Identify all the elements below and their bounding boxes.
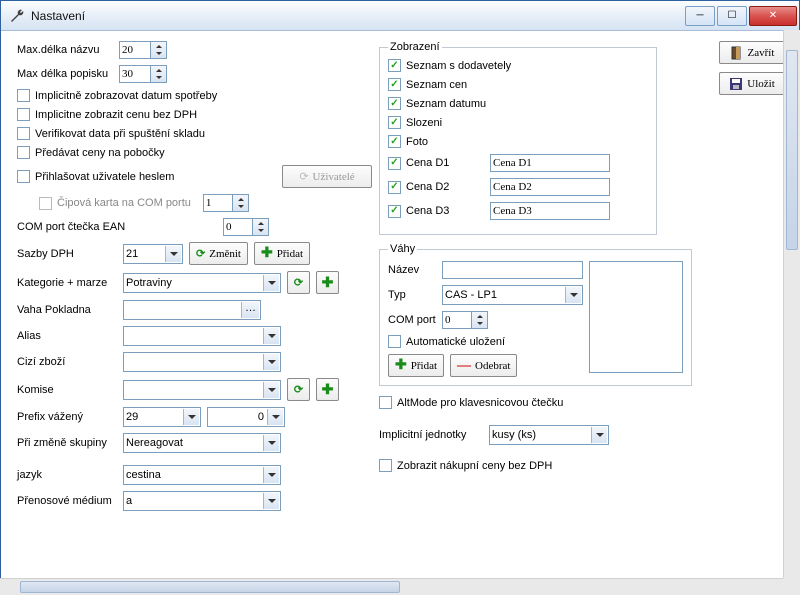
vat-combo[interactable]: 21 (123, 244, 183, 264)
view-legend: Zobrazení (388, 41, 442, 53)
scale-add-button[interactable]: ✚Přidat (388, 354, 444, 377)
on-group-change-combo[interactable]: Nereagovat (123, 433, 281, 453)
price-d2-input[interactable] (490, 178, 610, 196)
verify-data-checkbox[interactable]: Verifikovat data při spuštění skladu (17, 127, 205, 140)
minus-icon: — (457, 358, 471, 374)
settings-window: Nastavení ─ ☐ ✕ Max.délka názvu Max délk… (0, 0, 800, 595)
maximize-button[interactable]: ☐ (717, 6, 747, 26)
category-refresh-button[interactable]: ⟳ (287, 271, 310, 294)
plus-icon: ✚ (395, 357, 407, 374)
category-combo[interactable]: Potraviny (123, 273, 281, 293)
wrench-icon (9, 8, 25, 24)
scales-list[interactable] (589, 261, 683, 373)
show-buy-novat-checkbox[interactable]: Zobrazit nákupní ceny bez DPH (379, 459, 552, 472)
scale-name-input[interactable] (442, 261, 583, 279)
scale-type-combo[interactable]: CAS - LP1 (442, 285, 583, 305)
price-d2-checkbox[interactable]: Cena D2 (388, 181, 484, 194)
spin-control[interactable] (151, 65, 167, 83)
language-combo[interactable]: cestina (123, 465, 281, 485)
vat-label: Sazby DPH (17, 248, 117, 260)
price-d3-input[interactable] (490, 202, 610, 220)
transfer-prices-checkbox[interactable]: Předávat ceny na pobočky (17, 146, 165, 159)
users-button[interactable]: ⟳Uživatelé (282, 165, 372, 188)
scales-legend: Váhy (388, 243, 417, 255)
prefix-weighed-1[interactable]: 29 (123, 407, 201, 427)
category-add-button[interactable]: ✚ (316, 271, 339, 294)
scale-comport-label: COM port (388, 314, 436, 326)
scale-browse[interactable]: … (123, 300, 261, 320)
door-icon (730, 46, 744, 60)
list-suppliers-checkbox[interactable]: Seznam s dodavetely (388, 59, 511, 72)
com-ean-label: COM port čtečka EAN (17, 221, 217, 233)
list-prices-checkbox[interactable]: Seznam cen (388, 78, 467, 91)
max-desc-len-label: Max délka popisku (17, 68, 113, 80)
spin-control[interactable] (472, 311, 488, 329)
max-desc-len-input[interactable] (119, 65, 151, 83)
composition-checkbox[interactable]: Slozeni (388, 116, 442, 129)
minimize-button[interactable]: ─ (685, 6, 715, 26)
login-password-checkbox[interactable]: Přihlašovat uživatele heslem (17, 170, 174, 183)
comission-combo[interactable] (123, 380, 281, 400)
implicit-date-checkbox[interactable]: Implicitně zobrazovat datum spotřeby (17, 89, 217, 102)
horizontal-scrollbar[interactable] (0, 578, 783, 595)
scale-type-label: Typ (388, 289, 436, 301)
units-combo[interactable]: kusy (ks) (489, 425, 609, 445)
com-ean-input[interactable] (223, 218, 253, 236)
refresh-icon: ⟳ (299, 170, 308, 183)
refresh-icon: ⟳ (294, 276, 303, 289)
scale-autosave-checkbox[interactable]: Automatické uložení (388, 335, 505, 348)
alias-label: Alias (17, 330, 117, 342)
comission-label: Komise (17, 384, 117, 396)
chip-card-checkbox[interactable]: Čipová karta na COM portu (39, 197, 191, 210)
price-d3-checkbox[interactable]: Cena D3 (388, 205, 484, 218)
units-label: Implicitní jednotky (379, 429, 483, 441)
alias-combo[interactable] (123, 326, 281, 346)
altmode-checkbox[interactable]: AltMode pro klavesnicovou čtečku (379, 396, 563, 409)
window-close-button[interactable]: ✕ (749, 6, 797, 26)
price-d1-input[interactable] (490, 154, 610, 172)
scales-group: Váhy Název Typ CAS - LP1 COM port Automat… (379, 243, 692, 386)
max-name-len-label: Max.délka názvu (17, 44, 113, 56)
photo-checkbox[interactable]: Foto (388, 135, 428, 148)
titlebar[interactable]: Nastavení ─ ☐ ✕ (1, 1, 799, 31)
floppy-icon (729, 77, 743, 91)
content-area: Max.délka názvu Max délka popisku Implic… (1, 31, 799, 594)
vat-add-button[interactable]: ✚Přidat (254, 242, 310, 265)
view-group: Zobrazení Seznam s dodavetely Seznam cen… (379, 41, 657, 235)
spin-control[interactable] (253, 218, 269, 236)
prefix-weighed-2[interactable]: 0 (207, 407, 285, 427)
prefix-weighed-label: Prefix vážený (17, 411, 117, 423)
close-button[interactable]: Zavřít (719, 41, 785, 64)
save-button[interactable]: Uložit (719, 72, 785, 95)
implicit-price-novat-checkbox[interactable]: Implicitne zobrazit cenu bez DPH (17, 108, 197, 121)
language-label: jazyk (17, 469, 117, 481)
comission-add-button[interactable]: ✚ (316, 378, 339, 401)
spin-control[interactable] (233, 194, 249, 212)
scale-remove-button[interactable]: —Odebrat (450, 354, 517, 377)
plus-icon: ✚ (322, 381, 334, 398)
plus-icon: ✚ (261, 245, 273, 262)
transfer-medium-combo[interactable]: a (123, 491, 281, 511)
chip-card-port-input[interactable] (203, 194, 233, 212)
scale-name-label: Název (388, 264, 436, 276)
refresh-icon: ⟳ (196, 247, 205, 260)
transfer-medium-label: Přenosové médium (17, 495, 117, 507)
scale-label: Vaha Pokladna (17, 304, 117, 316)
refresh-icon: ⟳ (294, 383, 303, 396)
window-title: Nastavení (31, 9, 683, 23)
category-label: Kategorie + marze (17, 277, 117, 289)
list-dates-checkbox[interactable]: Seznam datumu (388, 97, 486, 110)
foreign-combo[interactable] (123, 352, 281, 372)
plus-icon: ✚ (322, 274, 334, 291)
foreign-label: Cizí zboží (17, 356, 117, 368)
vertical-scrollbar[interactable] (783, 30, 800, 578)
price-d1-checkbox[interactable]: Cena D1 (388, 157, 484, 170)
scale-comport-input[interactable] (442, 311, 472, 329)
max-name-len-input[interactable] (119, 41, 151, 59)
comission-refresh-button[interactable]: ⟳ (287, 378, 310, 401)
spin-control[interactable] (151, 41, 167, 59)
vat-change-button[interactable]: ⟳Změnit (189, 242, 248, 265)
on-group-change-label: Při změně skupiny (17, 437, 117, 449)
scrollbar-corner (783, 578, 800, 595)
